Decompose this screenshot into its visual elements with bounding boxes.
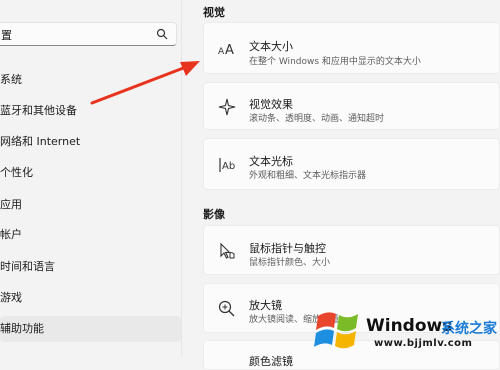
sidebar-item-label: 系统	[0, 73, 22, 86]
sidebar-item-label: 帐户	[0, 228, 22, 241]
sidebar-item-gaming[interactable]: 游戏	[0, 285, 181, 311]
sidebar-item-personalization[interactable]: 个性化	[0, 160, 181, 186]
section-title-hearing: 影像	[203, 208, 225, 221]
sidebar-item-label: 时间和语言	[0, 260, 55, 273]
sidebar-item-label: 个性化	[0, 166, 33, 179]
divider	[181, 0, 182, 357]
magnifier-icon	[218, 300, 235, 317]
sidebar-item-system[interactable]: 系统	[0, 67, 181, 93]
card-title: 放大镜	[249, 299, 282, 312]
sidebar-item-label: 游戏	[0, 291, 22, 304]
watermark-cn: 系统之家	[441, 321, 497, 337]
svg-text:Ab: Ab	[222, 161, 235, 172]
card-mouse-pointer[interactable]: 鼠标指针与触控 鼠标指针颜色、大小	[203, 225, 500, 275]
mouse-pointer-icon	[220, 242, 235, 259]
sidebar-item-network[interactable]: 网络和 Internet	[0, 129, 181, 155]
card-text-size[interactable]: A A 文本大小 在整个 Windows 和应用中显示的文本大小	[203, 22, 500, 74]
sidebar-item-label: 蓝牙和其他设备	[0, 104, 77, 117]
watermark: Windows 系统之家 www.bjjmlv.com	[308, 300, 500, 357]
section-title-vision: 视觉	[203, 6, 225, 19]
text-cursor-icon: Ab	[219, 158, 235, 172]
sidebar: 置 系统 蓝牙和其他设备 网络和 Internet 个性化 应用 帐户 时间和语…	[0, 0, 181, 357]
text-size-icon: A A	[218, 43, 234, 58]
card-subtitle: 在整个 Windows 和应用中显示的文本大小	[249, 57, 421, 67]
search-input[interactable]: 置	[1, 27, 12, 43]
visual-effects-icon	[218, 98, 236, 116]
card-subtitle: 滚动条、透明度、动画、通知超时	[249, 114, 385, 124]
card-title: 文本大小	[249, 40, 293, 53]
sidebar-item-label: 网络和 Internet	[0, 135, 81, 148]
sidebar-item-time-language[interactable]: 时间和语言	[0, 254, 181, 280]
card-subtitle: 鼠标指针颜色、大小	[249, 258, 331, 268]
sidebar-item-apps[interactable]: 应用	[0, 192, 181, 218]
svg-text:A: A	[225, 43, 234, 58]
windows-logo-icon	[314, 312, 358, 349]
watermark-url: www.bjjmlv.com	[374, 338, 473, 349]
sidebar-item-bluetooth[interactable]: 蓝牙和其他设备	[0, 98, 181, 124]
card-title: 鼠标指针与触控	[249, 242, 326, 255]
card-title: 视觉效果	[249, 98, 293, 111]
card-title: 颜色滤镜	[249, 355, 293, 368]
card-text-cursor[interactable]: Ab 文本光标 外观和粗细、文本光标指示器	[203, 138, 500, 190]
search-box[interactable]: 置	[0, 22, 177, 46]
sidebar-item-label: 应用	[0, 198, 22, 211]
watermark-brand: Windows	[366, 316, 453, 336]
card-visual-effects[interactable]: 视觉效果 滚动条、透明度、动画、通知超时	[203, 82, 500, 130]
svg-text:A: A	[218, 47, 225, 57]
sidebar-item-accounts[interactable]: 帐户	[0, 222, 181, 248]
sidebar-item-label: 辅助功能	[0, 322, 44, 335]
card-subtitle: 外观和粗细、文本光标指示器	[249, 171, 367, 181]
search-icon[interactable]	[156, 28, 168, 40]
card-title: 文本光标	[249, 155, 293, 168]
sidebar-item-accessibility[interactable]: 辅助功能	[0, 316, 181, 342]
